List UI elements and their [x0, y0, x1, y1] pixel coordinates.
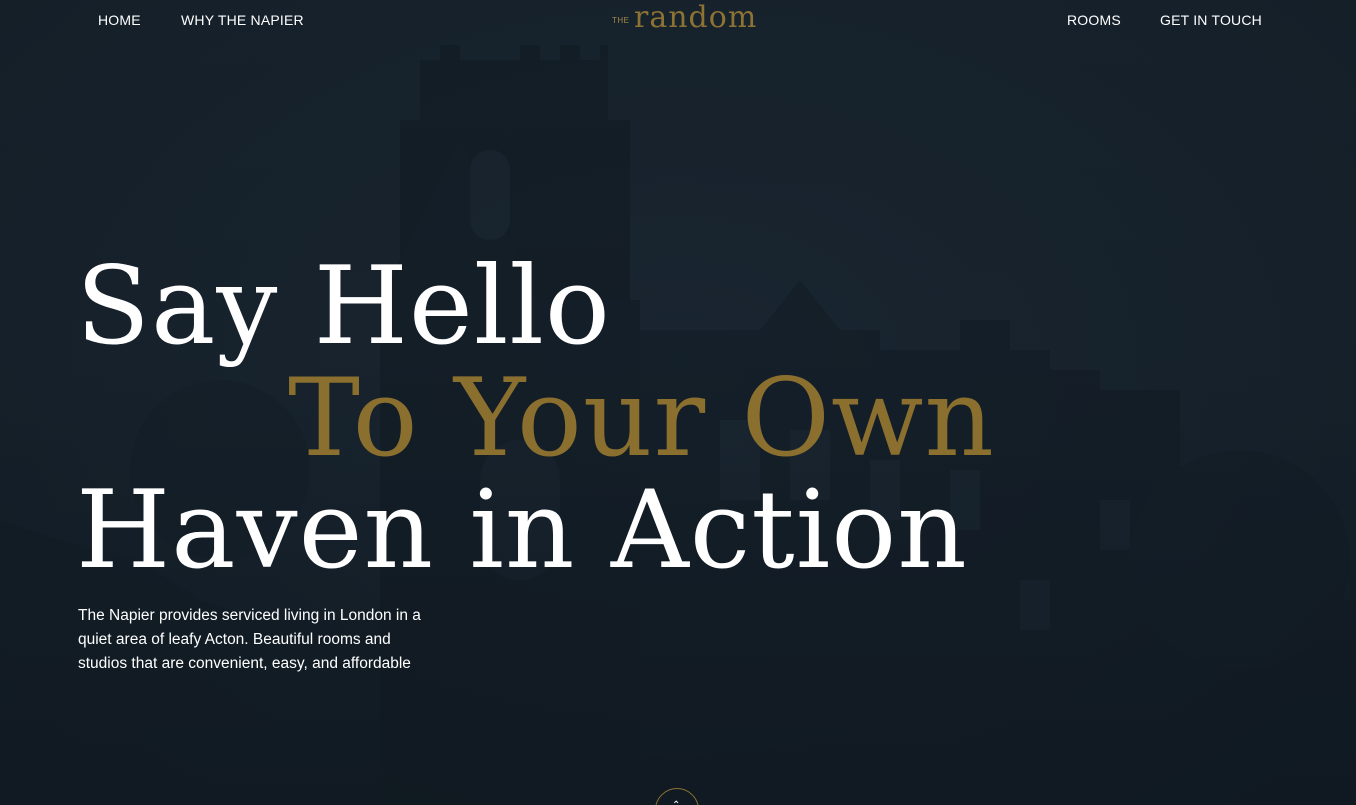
hero-description: The Napier provides serviced living in L… [78, 607, 421, 672]
logo-prefix: THE [612, 16, 630, 25]
hero-headline-line-1: Say Hello [76, 244, 611, 369]
nav-link-rooms[interactable]: ROOMS [1067, 12, 1121, 28]
chevron-down-icon: ⌃ [672, 801, 682, 805]
nav-link-home[interactable]: HOME [98, 12, 141, 28]
top-navigation: HOME WHY THE NAPIER THE random ROOMS GET… [0, 0, 1356, 40]
nav-link-why-the-napier[interactable]: WHY THE NAPIER [181, 12, 304, 28]
hero-headline-line-3: Haven in Action [76, 468, 968, 593]
site-logo[interactable]: THE random [612, 0, 762, 38]
nav-link-get-in-touch[interactable]: GET IN TOUCH [1160, 12, 1262, 28]
hero-section: HOME WHY THE NAPIER THE random ROOMS GET… [0, 0, 1356, 805]
hero-headline-line-2: To Your Own [288, 356, 995, 481]
logo-name: random [634, 0, 758, 35]
